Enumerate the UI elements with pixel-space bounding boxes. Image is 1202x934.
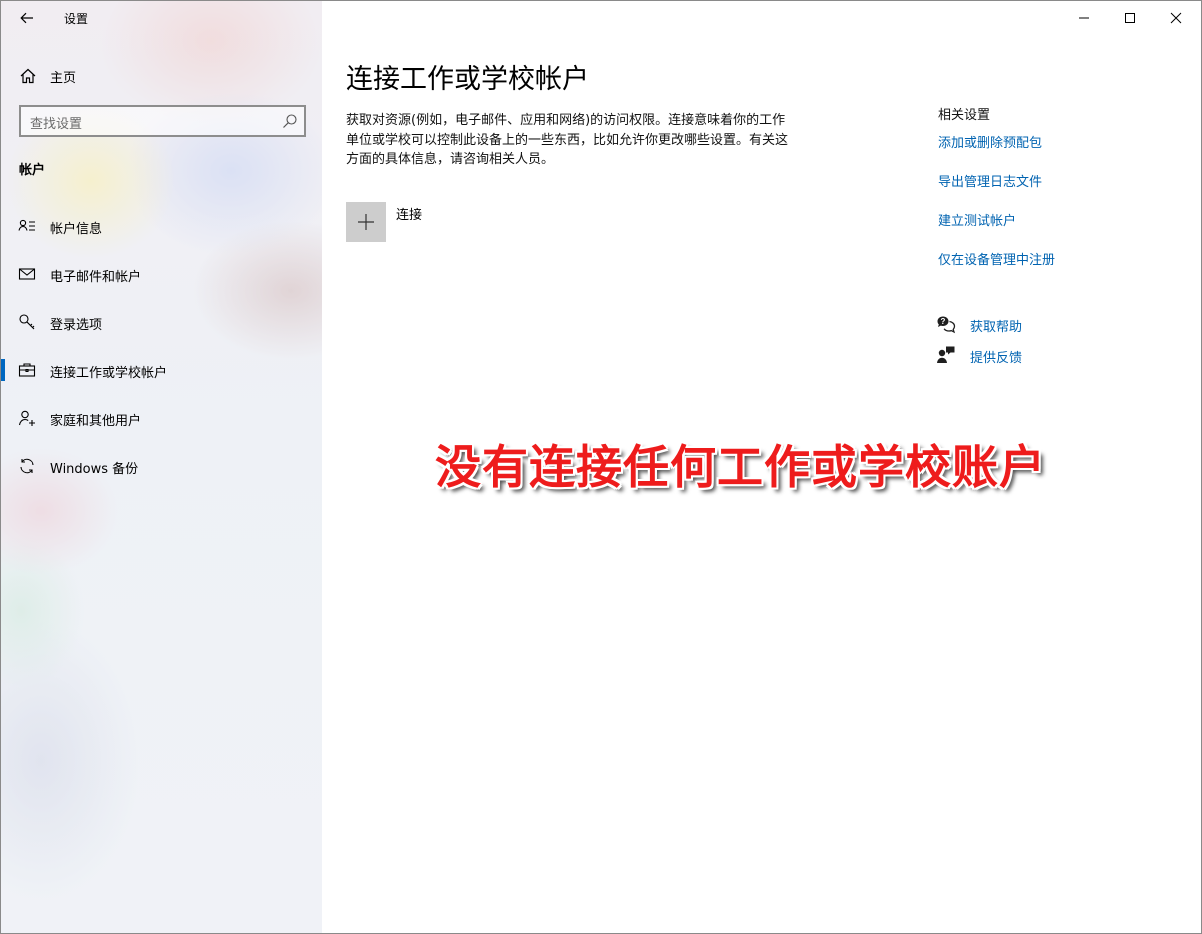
sidebar: 设置 主页 查找设置 帐户 帐户信息 电子邮件和帐户 登录选项 连接工作或学校帐… [1, 1, 322, 933]
main-content: 连接工作或学校帐户 获取对资源(例如，电子邮件、应用和网络)的访问权限。连接意味… [322, 1, 1201, 933]
close-icon [1170, 12, 1182, 24]
sidebar-item-account-info[interactable]: 帐户信息 [1, 206, 322, 246]
search-input[interactable]: 查找设置 [19, 105, 306, 137]
briefcase-icon [18, 363, 36, 377]
sidebar-item-label: 连接工作或学校帐户 [50, 366, 168, 381]
sidebar-item-label: 主页 [50, 71, 77, 86]
link-provisioning-package[interactable]: 添加或删除预配包 [938, 132, 1042, 151]
sidebar-item-backup[interactable]: Windows 备份 [1, 446, 322, 486]
sidebar-item-label: 帐户信息 [50, 222, 103, 237]
get-help-link[interactable]: 获取帮助 [970, 316, 1022, 335]
minimize-icon [1079, 17, 1089, 19]
sidebar-item-label: Windows 备份 [50, 462, 139, 477]
page-description: 获取对资源(例如，电子邮件、应用和网络)的访问权限。连接意味着你的工作单位或学校… [346, 113, 789, 167]
sidebar-item-family[interactable]: 家庭和其他用户 [1, 398, 322, 438]
link-export-logs[interactable]: 导出管理日志文件 [938, 171, 1042, 190]
selection-indicator [1, 359, 5, 381]
home-icon [20, 68, 36, 84]
sidebar-item-sign-in[interactable]: 登录选项 [1, 302, 322, 342]
back-button[interactable] [13, 5, 41, 31]
help-chat-icon: ? [937, 316, 956, 334]
svg-text:?: ? [941, 317, 946, 326]
link-test-account[interactable]: 建立测试帐户 [938, 210, 1016, 229]
add-user-icon [18, 410, 35, 426]
minimize-button[interactable] [1061, 1, 1107, 35]
feedback-link[interactable]: 提供反馈 [970, 347, 1022, 366]
related-settings-title: 相关设置 [938, 108, 991, 123]
sidebar-item-label: 家庭和其他用户 [50, 414, 142, 429]
sync-icon [20, 458, 34, 474]
page-title: 连接工作或学校帐户 [346, 64, 589, 95]
app-title: 设置 [64, 12, 89, 26]
account-info-icon [18, 219, 35, 231]
link-mdm-enroll[interactable]: 仅在设备管理中注册 [938, 249, 1055, 268]
feedback-icon [937, 346, 955, 363]
settings-window: 设置 主页 查找设置 帐户 帐户信息 电子邮件和帐户 登录选项 连接工作或学校帐… [0, 0, 1202, 934]
search-icon [283, 114, 297, 128]
connect-label[interactable]: 连接 [396, 204, 422, 223]
close-button[interactable] [1153, 1, 1199, 35]
maximize-button[interactable] [1107, 1, 1153, 35]
sidebar-item-home[interactable]: 主页 [1, 57, 322, 95]
key-icon [19, 314, 35, 330]
plus-icon [358, 214, 374, 230]
back-arrow-icon [20, 12, 33, 24]
sidebar-item-label: 登录选项 [50, 318, 103, 333]
mail-icon [18, 268, 36, 280]
connect-button[interactable] [346, 202, 386, 242]
sidebar-item-work-school[interactable]: 连接工作或学校帐户 [1, 350, 322, 390]
annotation-overlay-text: 没有连接任何工作或学校账户 [435, 440, 1046, 494]
sidebar-item-label: 电子邮件和帐户 [50, 270, 142, 285]
search-placeholder: 查找设置 [30, 117, 83, 132]
section-title: 帐户 [19, 163, 46, 178]
maximize-icon [1125, 13, 1135, 23]
sidebar-item-email[interactable]: 电子邮件和帐户 [1, 254, 322, 294]
